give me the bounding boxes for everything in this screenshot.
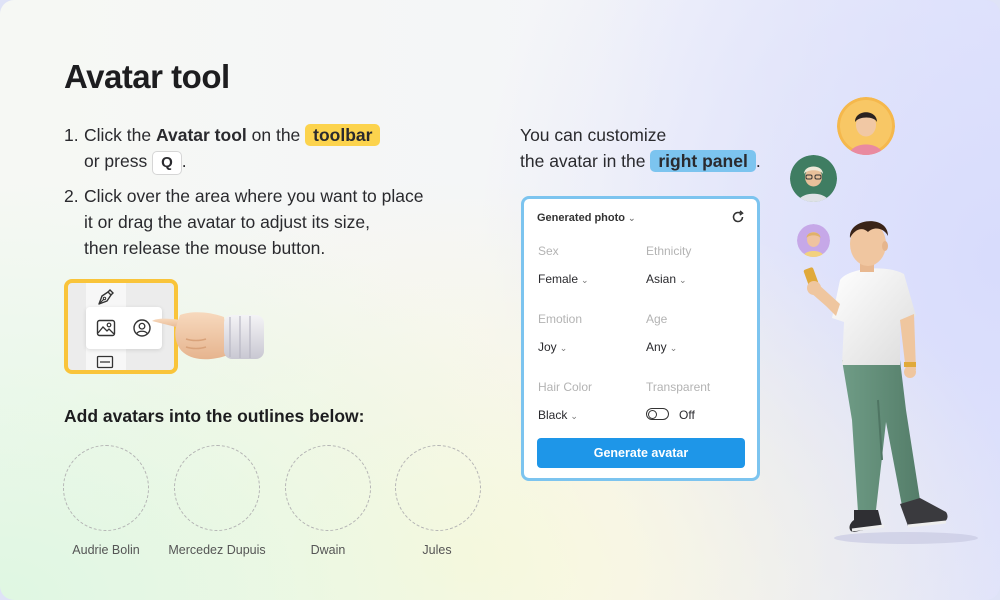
refresh-icon[interactable]	[731, 210, 745, 224]
transparent-toggle[interactable]	[646, 408, 669, 420]
step-number: 1.	[64, 125, 79, 145]
right-panel-highlight: right panel	[650, 150, 756, 172]
sex-select[interactable]: Female ⌄	[538, 272, 589, 286]
character-illustration	[803, 221, 978, 544]
avatar-outline-placeholder[interactable]	[174, 445, 260, 531]
step-text: Click the	[84, 125, 152, 145]
chevron-down-icon: ⌄	[628, 213, 636, 223]
ethnicity-label: Ethnicity	[646, 244, 692, 258]
transparent-value: Off	[679, 408, 695, 422]
emotion-value: Joy	[538, 340, 557, 354]
step-text: it or drag the avatar to adjust its size…	[84, 212, 370, 232]
chevron-down-icon: ⌄	[679, 275, 687, 285]
hair-color-label: Hair Color	[538, 380, 593, 394]
chevron-down-icon: ⌄	[669, 343, 678, 353]
step-2: 2. Click over the area where you want to…	[64, 183, 494, 261]
avatar-tool-label: Avatar tool	[155, 125, 247, 145]
toolbar-highlight: toolbar	[305, 124, 381, 146]
age-label: Age	[646, 312, 668, 326]
shortcut-key: Q	[152, 151, 182, 175]
image-tool-icon[interactable]	[96, 319, 116, 337]
age-select[interactable]: Any ⌄	[646, 340, 677, 354]
step-text: Click over the area where you want to pl…	[84, 186, 424, 206]
avatar-bubble	[790, 155, 837, 202]
tutorial-card: Avatar tool 1. Click the Avatar tool on …	[0, 0, 1000, 600]
generate-avatar-button[interactable]: Generate avatar	[537, 438, 745, 468]
step-text: on the	[251, 125, 301, 145]
step-text: then release the mouse button.	[84, 238, 326, 258]
emotion-select[interactable]: Joy ⌄	[538, 340, 567, 354]
hint-text: the avatar in the	[520, 151, 646, 171]
hair-color-select[interactable]: Black ⌄	[538, 408, 578, 422]
panel-header-label: Generated photo	[537, 212, 626, 224]
chevron-down-icon: ⌄	[559, 343, 568, 353]
step-1: 1. Click the Avatar tool on the toolbar …	[64, 122, 494, 175]
avatar-outline-placeholder[interactable]	[395, 445, 481, 531]
page-title: Avatar tool	[64, 58, 230, 95]
outline-name-label: Jules	[422, 543, 452, 557]
ethnicity-value: Asian	[646, 272, 677, 286]
pen-tool-icon	[98, 289, 114, 305]
step-text: or press	[84, 151, 148, 171]
sex-value: Female	[538, 272, 579, 286]
transparent-label: Transparent	[646, 380, 711, 394]
punctuation: .	[755, 151, 761, 171]
ethnicity-select[interactable]: Asian ⌄	[646, 272, 687, 286]
avatar-tool-icon[interactable]	[132, 318, 152, 338]
step-number: 2.	[64, 186, 79, 206]
avatar-bubble	[837, 97, 895, 155]
pointing-hand-illustration	[152, 312, 264, 360]
age-value: Any	[646, 340, 667, 354]
generated-photo-dropdown[interactable]: Generated photo ⌄	[537, 212, 636, 224]
hair-color-value: Black	[538, 408, 568, 422]
sex-label: Sex	[538, 244, 559, 258]
outlines-title: Add avatars into the outlines below:	[64, 406, 365, 426]
text-tool-icon[interactable]	[96, 355, 114, 369]
avatar-outline-placeholder[interactable]	[63, 445, 149, 531]
chevron-down-icon: ⌄	[581, 275, 589, 285]
avatar-outline-placeholder[interactable]	[285, 445, 371, 531]
right-panel-hint: You can customize the avatar in the righ…	[520, 122, 761, 174]
instruction-steps: 1. Click the Avatar tool on the toolbar …	[64, 122, 494, 261]
punctuation: .	[181, 151, 187, 171]
avatar-settings-panel: Generated photo ⌄ Sex Female ⌄ Ethnicity A…	[521, 196, 760, 481]
chevron-down-icon: ⌄	[570, 411, 578, 421]
hint-text: You can customize	[520, 125, 667, 145]
emotion-label: Emotion	[538, 312, 583, 326]
